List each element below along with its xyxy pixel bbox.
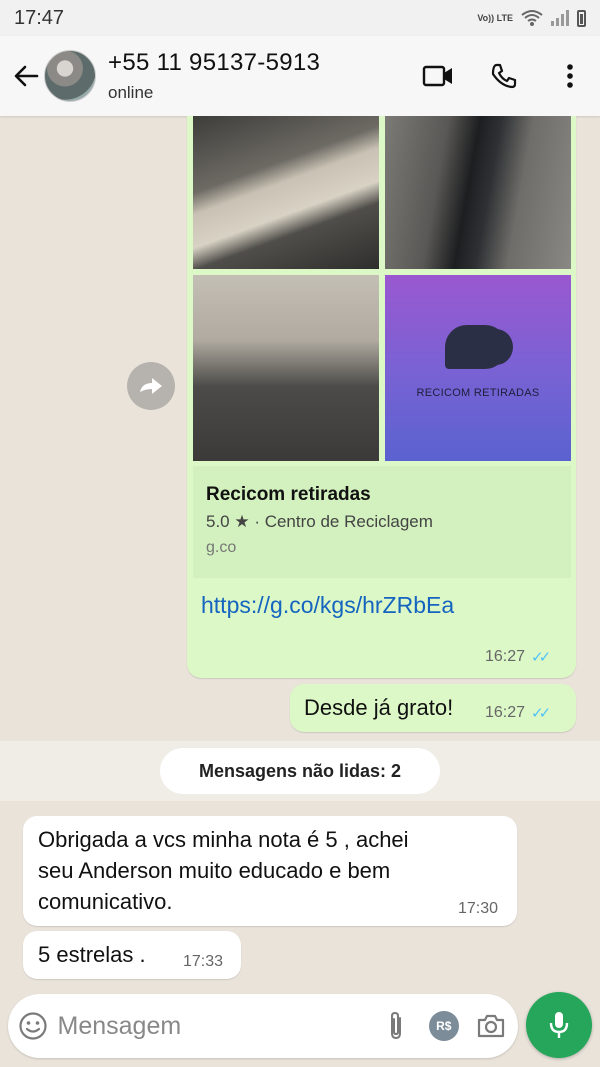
status-bar: 17:47 Vo)) LTE bbox=[0, 0, 600, 36]
incoming-message[interactable]: 5 estrelas . 17:33 bbox=[23, 931, 241, 979]
forward-icon[interactable] bbox=[127, 362, 175, 410]
link-preview-card[interactable]: Recicom retiradas 5.0 ★ · Centro de Reci… bbox=[193, 466, 571, 578]
chat-header: +55 11 95137-5913 online bbox=[0, 36, 600, 116]
outgoing-link-message[interactable]: RECICOM RETIRADAS Recicom retiradas 5.0 … bbox=[187, 116, 576, 678]
message-text: 5 estrelas . bbox=[38, 942, 146, 967]
phone-icon[interactable] bbox=[480, 52, 528, 100]
link-preview-title: Recicom retiradas bbox=[206, 484, 371, 505]
microphone-icon bbox=[549, 1012, 569, 1038]
battery-icon bbox=[577, 9, 586, 27]
contact-name: +55 11 95137-5913 bbox=[108, 49, 321, 76]
message-meta: 16:27 ✓✓ bbox=[485, 648, 551, 666]
preview-image-scrap[interactable] bbox=[193, 275, 379, 461]
chat-area[interactable]: RECICOM RETIRADAS Recicom retiradas 5.0 … bbox=[0, 116, 600, 991]
link-preview-subtitle: 5.0 ★ · Centro de Reciclagem bbox=[206, 512, 433, 531]
status-time: 17:47 bbox=[14, 6, 65, 29]
recicom-logo bbox=[445, 325, 513, 369]
link-preview-domain: g.co bbox=[206, 539, 237, 556]
unread-messages-divider: Mensagens não lidas: 2 bbox=[160, 748, 440, 794]
preview-image-fridge[interactable] bbox=[193, 116, 379, 269]
read-ticks-icon: ✓✓ bbox=[531, 649, 551, 666]
message-link[interactable]: https://g.co/kgs/hrZRbEa bbox=[201, 592, 454, 619]
back-arrow-icon[interactable] bbox=[4, 54, 48, 98]
message-meta: 16:27 ✓✓ bbox=[485, 704, 551, 722]
message-line-2: seu Anderson muito educado e bem bbox=[38, 858, 391, 883]
message-input[interactable] bbox=[57, 1011, 380, 1041]
outgoing-message[interactable]: Desde já grato! 16:27 ✓✓ bbox=[290, 684, 576, 732]
message-line-1: Obrigada a vcs minha nota é 5 , achei bbox=[38, 827, 409, 852]
logo-caption: RECICOM RETIRADAS bbox=[416, 387, 540, 399]
message-time: 16:27 bbox=[485, 648, 526, 665]
wifi-icon bbox=[521, 10, 543, 26]
contact-info[interactable]: +55 11 95137-5913 online bbox=[108, 49, 414, 103]
incoming-message[interactable]: Obrigada a vcs minha nota é 5 , achei se… bbox=[23, 816, 517, 926]
contact-status: online bbox=[108, 83, 154, 102]
message-time: 17:30 bbox=[458, 900, 499, 917]
message-line-3: comunicativo. bbox=[38, 889, 173, 914]
camera-icon[interactable] bbox=[475, 1003, 509, 1049]
preview-image-treadmill[interactable] bbox=[385, 116, 571, 269]
payment-label: R$ bbox=[428, 1011, 459, 1041]
more-options-icon[interactable] bbox=[546, 52, 594, 100]
message-time: 16:27 bbox=[485, 704, 526, 721]
payment-icon[interactable]: R$ bbox=[427, 1003, 461, 1049]
message-text: Desde já grato! bbox=[304, 695, 454, 720]
message-composer: R$ bbox=[8, 994, 518, 1058]
microphone-button[interactable] bbox=[526, 992, 592, 1058]
emoji-icon[interactable] bbox=[16, 1003, 50, 1049]
signal-icon bbox=[551, 10, 569, 26]
read-ticks-icon: ✓✓ bbox=[531, 705, 551, 722]
preview-image-logo[interactable]: RECICOM RETIRADAS bbox=[385, 275, 571, 461]
video-call-icon[interactable] bbox=[414, 52, 462, 100]
status-icons: Vo)) LTE bbox=[477, 9, 586, 27]
message-time: 17:33 bbox=[183, 953, 224, 970]
lte-indicator: Vo)) LTE bbox=[477, 12, 513, 23]
attach-icon[interactable] bbox=[380, 1003, 414, 1049]
contact-avatar[interactable] bbox=[44, 50, 96, 102]
